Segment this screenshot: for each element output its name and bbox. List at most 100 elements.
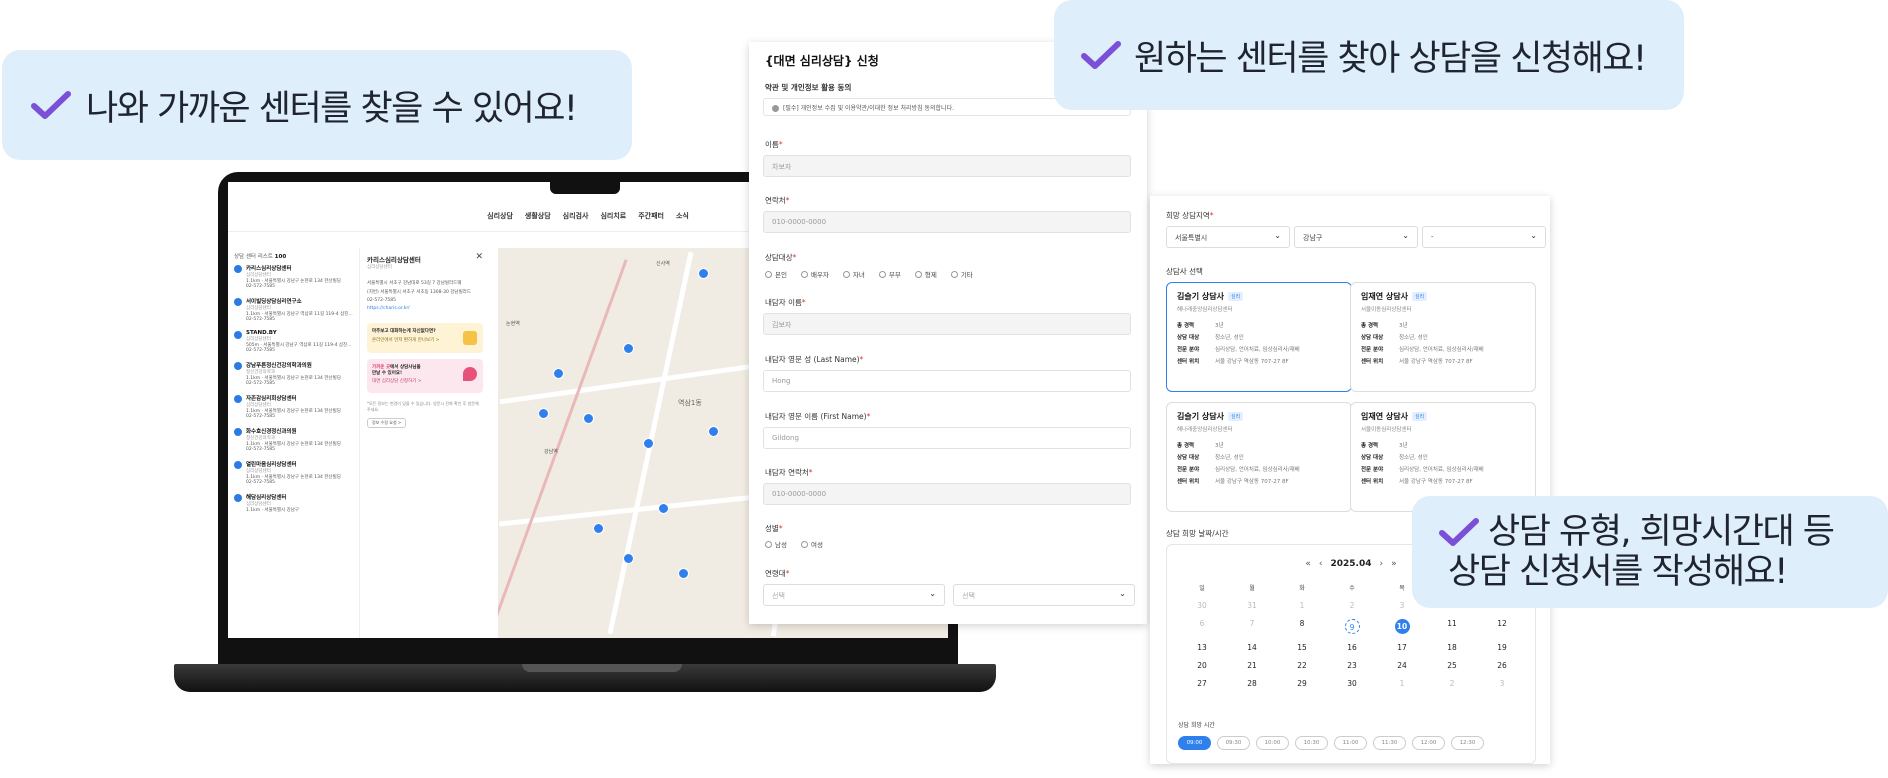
- calendar-day[interactable]: 2: [1327, 601, 1377, 610]
- map-pin-icon[interactable]: [678, 568, 689, 579]
- region-select-city[interactable]: 서울특별시 ⌄: [1166, 226, 1290, 248]
- time-slot[interactable]: 10:00: [1256, 736, 1289, 750]
- map-pin-icon[interactable]: [623, 553, 634, 564]
- list-item[interactable]: 자존감심리회상담센터 심리상담센터 1.1km · 서울특별시 강남구 논현로 13…: [234, 394, 353, 419]
- calendar-day[interactable]: 19: [1477, 643, 1527, 652]
- offline-banner[interactable]: 가까운 곳에서 상담사님을 만날 수 있어요! 대면 심리상담 신청하기 >: [367, 359, 483, 393]
- calendar-day[interactable]: 3: [1477, 679, 1527, 688]
- map-pin-icon[interactable]: [698, 268, 709, 279]
- calendar-day[interactable]: 14: [1227, 643, 1277, 652]
- nav-item[interactable]: 생활상담: [525, 211, 551, 221]
- close-icon[interactable]: ✕: [475, 252, 483, 262]
- list-item-body: 자존감심리회상담센터 심리상담센터 1.1km · 서울특별시 강남구 논현로 13…: [246, 394, 341, 419]
- calendar-day[interactable]: 23: [1327, 661, 1377, 670]
- calendar-day[interactable]: 16: [1327, 643, 1377, 652]
- client-name-input[interactable]: 김보자: [763, 313, 1131, 335]
- calendar-day[interactable]: 11: [1427, 619, 1477, 634]
- time-slot[interactable]: 09:00: [1178, 736, 1211, 750]
- map-pin-icon[interactable]: [658, 503, 669, 514]
- calendar-day[interactable]: 1: [1277, 601, 1327, 610]
- target-radio[interactable]: 기타: [950, 269, 973, 279]
- time-slot[interactable]: 12:30: [1451, 736, 1484, 750]
- age-select-2[interactable]: 선택 ⌄: [953, 584, 1135, 606]
- name-input[interactable]: 차보자: [763, 155, 1131, 177]
- list-item-body: 서이빌딩상담심리연구소 심리상담센터 1.1km · 서울특별시 강남구 역삼로 1…: [246, 297, 353, 322]
- nav-item[interactable]: 주간패터: [638, 211, 664, 221]
- region-select-dong[interactable]: - ⌄: [1422, 226, 1546, 248]
- gender-radio[interactable]: 여성: [800, 539, 823, 549]
- target-radio[interactable]: 배우자: [800, 269, 829, 279]
- calendar-month: 2025.04: [1330, 559, 1372, 569]
- next-year-icon[interactable]: »: [1391, 559, 1397, 569]
- calendar-day[interactable]: 1: [1377, 679, 1427, 688]
- map-pin-icon[interactable]: [643, 438, 654, 449]
- nav-item[interactable]: 심리치료: [600, 211, 626, 221]
- calendar-day[interactable]: 9: [1327, 619, 1377, 634]
- nav-item[interactable]: 심리상담: [487, 211, 513, 221]
- last-name-input[interactable]: Hong: [763, 370, 1131, 392]
- time-slot[interactable]: 10:30: [1295, 736, 1328, 750]
- calendar-day[interactable]: 30: [1327, 679, 1377, 688]
- prev-month-icon[interactable]: ‹: [1319, 559, 1323, 569]
- online-banner[interactable]: 마주보고 대화하는게 자신없다면? 온라인에서 먼저 편하게 만나보기 >: [367, 323, 483, 353]
- age-select-1[interactable]: 선택 ⌄: [763, 584, 945, 606]
- target-radio[interactable]: 자녀: [842, 269, 865, 279]
- calendar-day[interactable]: 31: [1227, 601, 1277, 610]
- calendar-day[interactable]: 7: [1227, 619, 1277, 634]
- map-pin-icon[interactable]: [583, 413, 594, 424]
- calendar-day[interactable]: 24: [1377, 661, 1427, 670]
- calendar-day[interactable]: 26: [1477, 661, 1527, 670]
- list-item[interactable]: 열린마음심리상담센터 심리상담센터 1.1km · 서울특별시 강남구 논현로 13…: [234, 460, 353, 485]
- time-slot[interactable]: 11:30: [1373, 736, 1406, 750]
- calendar-day[interactable]: 6: [1177, 619, 1227, 634]
- calendar-day[interactable]: 12: [1477, 619, 1527, 634]
- list-item[interactable]: STAND.BY 심리상담센터 505m · 서울특별시 강남구 역삼로 11길 1…: [234, 330, 353, 353]
- map-pin-icon[interactable]: [553, 368, 564, 379]
- nav-item[interactable]: 소식: [676, 211, 689, 221]
- detail-url-link[interactable]: https://charis.or.kr/: [367, 306, 483, 311]
- list-item[interactable]: 화수호신경정신과의원 정신건강의학과 1.1km · 서울특별시 강남구 논현로 1…: [234, 427, 353, 452]
- calendar-day[interactable]: 28: [1227, 679, 1277, 688]
- time-slot[interactable]: 12:00: [1412, 736, 1445, 750]
- calendar-day[interactable]: 15: [1277, 643, 1327, 652]
- calendar-day[interactable]: 8: [1277, 619, 1327, 634]
- map-pin-icon[interactable]: [593, 523, 604, 534]
- counselor-card[interactable]: 김슬기 상담사 심리 해나래중앙심리상담센터 총 경력 3년 상담 대상 청소년, 성인 전문…: [1166, 282, 1352, 392]
- calendar-day[interactable]: 2: [1427, 679, 1477, 688]
- calendar-day[interactable]: 10: [1377, 619, 1427, 634]
- edit-request-button[interactable]: 정보 수정 요청 >: [367, 418, 407, 428]
- target-radio[interactable]: 본인: [765, 269, 787, 279]
- first-name-input[interactable]: Gildong: [763, 427, 1131, 449]
- counselor-card[interactable]: 김슬기 상담사 심리 해나래중앙심리상담센터 총 경력 3년 상담 대상 청소년, 성인 전문…: [1166, 402, 1352, 512]
- list-item[interactable]: 강남푸른정신건강의학과의원 정신건강의학과 1.1km · 서울특별시 강남구 논현…: [234, 361, 353, 386]
- calendar-day[interactable]: 25: [1427, 661, 1477, 670]
- calendar-day[interactable]: 29: [1277, 679, 1327, 688]
- calendar-day[interactable]: 22: [1277, 661, 1327, 670]
- calendar-day[interactable]: 20: [1177, 661, 1227, 670]
- time-slot[interactable]: 09:30: [1217, 736, 1250, 750]
- calendar-day[interactable]: 17: [1377, 643, 1427, 652]
- list-item[interactable]: 카리스심리상담센터 심리상담센터 1.1km · 서울특별시 강남구 논현로 134…: [234, 264, 353, 289]
- nav-item[interactable]: 심리검사: [563, 211, 589, 221]
- phone-input[interactable]: 010-0000-0000: [763, 211, 1131, 233]
- region-select-district[interactable]: 강남구 ⌄: [1294, 226, 1418, 248]
- map-pin-icon[interactable]: [623, 343, 634, 354]
- gender-radio[interactable]: 남성: [765, 539, 787, 549]
- calendar-day[interactable]: 18: [1427, 643, 1477, 652]
- client-phone-input[interactable]: 010-0000-0000: [763, 483, 1131, 505]
- calendar-day[interactable]: 21: [1227, 661, 1277, 670]
- next-month-icon[interactable]: ›: [1380, 559, 1384, 569]
- target-radio[interactable]: 형제: [914, 269, 937, 279]
- prev-year-icon[interactable]: «: [1305, 559, 1311, 569]
- list-item[interactable]: 서이빌딩상담심리연구소 심리상담센터 1.1km · 서울특별시 강남구 역삼로 1…: [234, 297, 353, 322]
- calendar-day[interactable]: 27: [1177, 679, 1227, 688]
- map-pin-icon[interactable]: [538, 408, 549, 419]
- counselor-center: 해나래중앙심리상담센터: [1177, 307, 1233, 313]
- target-radio[interactable]: 부부: [878, 269, 901, 279]
- calendar-day[interactable]: 13: [1177, 643, 1227, 652]
- list-item[interactable]: 해담심리상담센터 심리상담센터 1.1km · 서울특별시 강남구: [234, 493, 353, 513]
- time-slot[interactable]: 11:00: [1334, 736, 1367, 750]
- calendar-day[interactable]: 30: [1177, 601, 1227, 610]
- map-pin-icon[interactable]: [708, 426, 719, 437]
- counselor-card[interactable]: 임재연 상담사 심리 서울이동심리상담센터 총 경력 3년 상담 대상 청소년, 성인 전문 …: [1350, 282, 1536, 392]
